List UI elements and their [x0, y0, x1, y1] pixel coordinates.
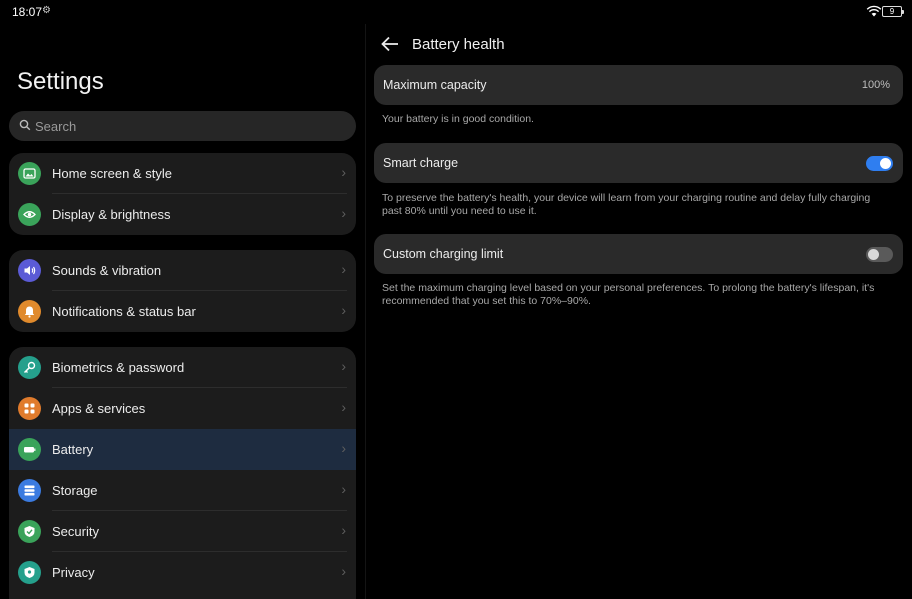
- chevron-right-icon: ›: [341, 481, 346, 497]
- wifi-icon: [866, 5, 882, 17]
- custom-charging-limit-label: Custom charging limit: [383, 247, 504, 261]
- sidebar-item-label: Home screen & style: [52, 166, 172, 181]
- key-icon: [18, 356, 41, 379]
- sidebar-item-label: Storage: [52, 483, 98, 498]
- sidebar-item-label: Privacy: [52, 565, 95, 580]
- speaker-icon: [18, 259, 41, 282]
- chevron-right-icon: ›: [341, 302, 346, 318]
- capacity-note: Your battery is in good condition.: [382, 113, 534, 125]
- toggle-knob: [868, 249, 879, 260]
- toggle-knob: [880, 158, 891, 169]
- chevron-right-icon: ›: [341, 261, 346, 277]
- chevron-right-icon: ›: [341, 358, 346, 374]
- pane-divider: [365, 24, 366, 599]
- sidebar-item-display[interactable]: Display & brightness ›: [9, 194, 356, 235]
- smart-charge-toggle[interactable]: [866, 156, 893, 171]
- sidebar-item-label: Sounds & vibration: [52, 263, 162, 278]
- chevron-right-icon: ›: [341, 522, 346, 538]
- sidebar-item-storage[interactable]: Storage ›: [9, 470, 356, 511]
- chevron-right-icon: ›: [341, 440, 346, 456]
- storage-icon: [18, 479, 41, 502]
- sidebar-item-label: Security: [52, 524, 99, 539]
- maximum-capacity-value: 100%: [861, 79, 890, 91]
- maximum-capacity-row: Maximum capacity 100%: [374, 65, 903, 105]
- sidebar-item-privacy[interactable]: Privacy ›: [9, 552, 356, 593]
- custom-limit-note: Set the maximum charging level based on …: [382, 282, 875, 307]
- sidebar-item-home-screen[interactable]: Home screen & style ›: [9, 153, 356, 194]
- smart-charge-label: Smart charge: [383, 156, 459, 170]
- sidebar-item-label: Display & brightness: [52, 207, 171, 222]
- sidebar-item-label: Battery: [52, 442, 94, 457]
- chevron-right-icon: ›: [341, 563, 346, 579]
- page-title: Settings: [17, 68, 104, 95]
- settings-sidebar: Settings Search Home screen & style › Di…: [0, 0, 365, 599]
- sidebar-item-label: Apps & services: [52, 401, 146, 416]
- shield-icon: [18, 561, 41, 584]
- sidebar-item-label: Biometrics & password: [52, 360, 185, 375]
- image-icon: [18, 162, 41, 185]
- bell-icon: [18, 300, 41, 323]
- shield-check-icon: [18, 520, 41, 543]
- sidebar-item-biometrics[interactable]: Biometrics & password ›: [9, 347, 356, 388]
- search-placeholder: Search: [35, 119, 77, 134]
- chevron-right-icon: ›: [341, 399, 346, 415]
- chevron-right-icon: ›: [341, 205, 346, 221]
- settings-group-alerts: Sounds & vibration › Notifications & sta…: [9, 250, 356, 332]
- search-input[interactable]: Search: [9, 111, 356, 141]
- custom-charging-limit-toggle[interactable]: [866, 247, 893, 262]
- sidebar-item-notifications[interactable]: Notifications & status bar ›: [9, 291, 356, 332]
- battery-icon: [18, 438, 41, 461]
- grid-icon: [18, 397, 41, 420]
- sidebar-item-sounds[interactable]: Sounds & vibration ›: [9, 250, 356, 291]
- search-icon: [19, 119, 31, 131]
- sidebar-item-security[interactable]: Security ›: [9, 511, 356, 552]
- custom-charging-limit-row[interactable]: Custom charging limit: [374, 234, 903, 274]
- settings-group-display: Home screen & style › Display & brightne…: [9, 153, 356, 235]
- sidebar-item-battery[interactable]: Battery ›: [9, 429, 356, 470]
- battery-status-icon: 9: [882, 6, 904, 17]
- sidebar-item-apps[interactable]: Apps & services ›: [9, 388, 356, 429]
- smart-charge-row[interactable]: Smart charge: [374, 143, 903, 183]
- settings-group-system: Biometrics & password › Apps & services …: [9, 347, 356, 599]
- sidebar-item-label: Notifications & status bar: [52, 304, 196, 319]
- detail-page-title: Battery health: [412, 36, 505, 53]
- chevron-right-icon: ›: [341, 164, 346, 180]
- eye-icon: [18, 203, 41, 226]
- smart-charge-note: To preserve the battery's health, your d…: [382, 192, 871, 217]
- back-arrow-icon[interactable]: [380, 35, 400, 53]
- maximum-capacity-label: Maximum capacity: [383, 78, 487, 92]
